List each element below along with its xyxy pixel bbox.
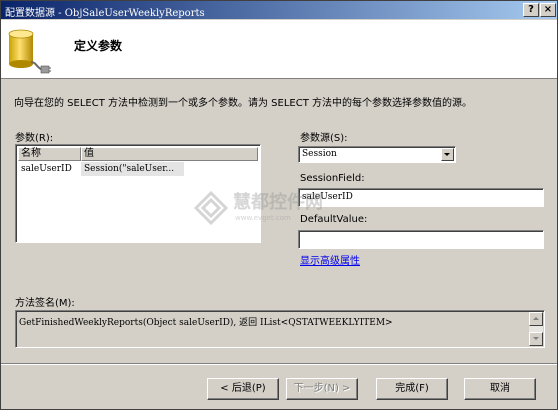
description-text: 向导在您的 SELECT 方法中检测到一个或多个参数。请为 SELECT 方法中… <box>14 98 473 109</box>
help-button[interactable]: ? <box>523 3 539 17</box>
param-value-cell: Session("saleUser... <box>81 162 184 176</box>
finish-button[interactable]: 完成(F) <box>376 378 448 400</box>
dialog-window: 配置数据源 - ObjSaleUserWeeklyReports ? × 定义参… <box>0 0 558 410</box>
source-label: 参数源(S): <box>300 133 348 144</box>
show-advanced-properties-link[interactable]: 显示高级属性 <box>300 252 360 267</box>
watermark-url: www.evget.com <box>235 214 291 222</box>
cancel-button[interactable]: 取消 <box>464 378 536 400</box>
signature-label: 方法签名(M): <box>15 298 75 309</box>
source-selected-value: Session <box>302 149 337 159</box>
database-icon <box>8 29 51 74</box>
default-value-input[interactable] <box>298 230 544 249</box>
chevron-down-icon[interactable] <box>441 148 454 161</box>
signature-scrollbar[interactable] <box>529 312 543 346</box>
parameters-label: 参数(R): <box>15 133 54 144</box>
column-header-name[interactable]: 名称 <box>18 147 81 161</box>
method-signature-text: GetFinishedWeeklyReports(Object saleUser… <box>19 318 393 328</box>
scroll-down-icon[interactable] <box>529 332 543 346</box>
watermark-logo: 慧都控件网 www.evget.com <box>193 188 373 232</box>
session-field-label: SessionField: <box>300 173 365 184</box>
next-button[interactable]: 下一步(N) > <box>286 378 358 400</box>
close-button[interactable]: × <box>540 3 556 17</box>
back-button[interactable]: < 后退(P) <box>207 378 279 400</box>
watermark-text: 慧都控件网 <box>233 192 323 213</box>
column-header-value[interactable]: 值 <box>81 147 258 161</box>
title-bar[interactable]: 配置数据源 - ObjSaleUserWeeklyReports ? × <box>1 1 557 19</box>
watermark-icon <box>193 190 229 226</box>
wizard-header: 定义参数 <box>1 20 557 79</box>
table-row[interactable]: saleUserID Session("saleUser... <box>18 162 258 176</box>
grid-header: 名称 值 <box>18 147 258 161</box>
scroll-up-icon[interactable] <box>529 312 543 326</box>
window-title: 配置数据源 - ObjSaleUserWeeklyReports <box>5 8 205 19</box>
page-title: 定义参数 <box>74 39 123 53</box>
param-name-cell: saleUserID <box>21 164 72 174</box>
method-signature-box[interactable]: GetFinishedWeeklyReports(Object saleUser… <box>15 310 545 348</box>
source-dropdown[interactable]: Session <box>298 146 456 163</box>
footer-divider <box>1 363 557 365</box>
